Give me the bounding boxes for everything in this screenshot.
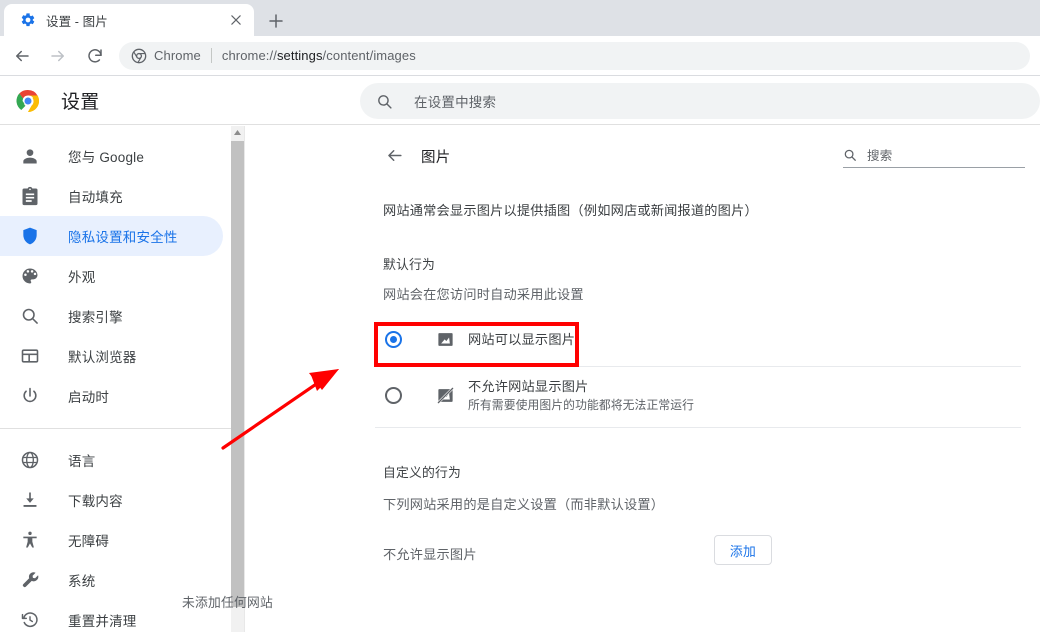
wrench-icon [20, 570, 40, 590]
blue-gear-icon [20, 12, 36, 28]
sidebar-item-label: 语言 [68, 454, 96, 469]
search-icon [378, 94, 392, 109]
sidebar-item-autofill[interactable]: 自动填充 [0, 176, 223, 216]
chrome-logo-icon [16, 89, 40, 113]
reload-button[interactable] [81, 42, 109, 70]
reload-icon [88, 48, 102, 63]
search-icon [20, 306, 40, 326]
download-icon [20, 490, 40, 510]
add-site-button-label: 添加 [729, 543, 757, 559]
radio-option-texts: 不允许网站显示图片 所有需要使用图片的功能都将无法正常运行 [468, 378, 694, 413]
palette-icon [20, 266, 40, 286]
sidebar-item-privacy-and-security[interactable]: 隐私设置和安全性 [0, 216, 223, 256]
page-title: 设置 [61, 92, 100, 113]
accessibility-icon [20, 530, 40, 550]
sidebar-item-search-engine[interactable]: 搜索引擎 [0, 296, 223, 336]
clipboard-icon [20, 186, 40, 206]
radio-option-label: 网站可以显示图片 [468, 331, 576, 347]
sidebar-item-on-startup[interactable]: 启动时 [0, 376, 223, 416]
tab-strip: 设置 - 图片 [0, 0, 1040, 36]
new-tab-button[interactable] [262, 7, 290, 35]
radio-option-texts: 网站可以显示图片 [468, 331, 575, 348]
custom-behavior-subtitle: 下列网站采用的是自定义设置（而非默认设置） [383, 497, 665, 512]
chrome-icon [131, 48, 147, 64]
radio-option-allow-images[interactable]: 网站可以显示图片 [375, 317, 1015, 361]
sidebar-item-label: 搜索引擎 [68, 310, 123, 325]
custom-behavior-list-title: 不允许显示图片 [383, 547, 477, 562]
custom-behavior-title: 自定义的行为 [383, 465, 461, 480]
browser-window-icon [20, 346, 40, 366]
default-behavior-title: 默认行为 [383, 257, 435, 272]
settings-sidebar: 您与 Google 自动填充 隐私设置和安全性 外观 搜索引擎 默认浏览器 启动… [0, 126, 231, 632]
sidebar-item-languages[interactable]: 语言 [0, 440, 223, 480]
empty-site-list-text: 未添加任何网站 [182, 595, 273, 610]
sidebar-scrollbar-thumb[interactable] [231, 141, 244, 607]
arrow-left-icon [387, 149, 402, 161]
sidebar-item-label: 系统 [68, 574, 96, 589]
power-icon [20, 386, 40, 406]
sidebar-item-label: 重置并清理 [68, 614, 137, 629]
url-suffix: /content/images [322, 48, 416, 63]
url-emphasis: settings [276, 48, 323, 63]
back-button[interactable] [8, 42, 36, 70]
globe-icon [20, 450, 40, 470]
settings-search-placeholder: 在设置中搜索 [414, 95, 497, 110]
omnibox-brand-label: Chrome [154, 48, 201, 63]
sidebar-group-primary: 您与 Google 自动填充 隐私设置和安全性 外观 搜索引擎 默认浏览器 启动… [0, 126, 231, 416]
sidebar-item-you-and-google[interactable]: 您与 Google [0, 136, 223, 176]
settings-search-input[interactable]: 在设置中搜索 [360, 83, 1040, 119]
sidebar-item-accessibility[interactable]: 无障碍 [0, 520, 223, 560]
default-behavior-subtitle: 网站会在您访问时自动采用此设置 [383, 287, 584, 302]
person-icon [20, 146, 40, 166]
browser-tab[interactable]: 设置 - 图片 [4, 4, 254, 36]
sidebar-item-label: 隐私设置和安全性 [68, 230, 178, 245]
scroll-up-arrow-icon[interactable] [231, 126, 244, 139]
sidebar-item-default-browser[interactable]: 默认浏览器 [0, 336, 223, 376]
content-search-input[interactable]: 搜索 [843, 142, 1025, 168]
forward-button[interactable] [44, 42, 72, 70]
images-description: 网站通常会显示图片以提供插图（例如网店或新闻报道的图片） [383, 203, 758, 218]
image-icon [436, 330, 455, 349]
radio-option-block-images[interactable]: 不允许网站显示图片 所有需要使用图片的功能都将无法正常运行 [375, 373, 1015, 417]
settings-main-content: 图片 搜索 网站通常会显示图片以提供插图（例如网店或新闻报道的图片） 默认行为 … [245, 126, 1040, 632]
close-icon[interactable] [226, 10, 246, 30]
sidebar-item-label: 自动填充 [68, 190, 123, 205]
radio-option-sublabel: 所有需要使用图片的功能都将无法正常运行 [468, 397, 695, 412]
browser-toolbar: Chrome chrome://settings/content/images [0, 36, 1040, 76]
sidebar-item-label: 下载内容 [68, 494, 123, 509]
sidebar-item-label: 默认浏览器 [68, 350, 137, 365]
sidebar-item-label: 您与 Google [68, 150, 145, 165]
content-back-button[interactable] [383, 144, 405, 166]
search-icon [844, 149, 856, 161]
sidebar-item-appearance[interactable]: 外观 [0, 256, 223, 296]
url-prefix: chrome:// [221, 48, 277, 63]
sidebar-item-downloads[interactable]: 下载内容 [0, 480, 223, 520]
radio-button[interactable] [385, 386, 402, 404]
plus-icon [269, 14, 283, 28]
shield-icon [20, 226, 40, 246]
sidebar-item-label: 无障碍 [68, 534, 110, 549]
arrow-left-icon [16, 50, 29, 61]
arrow-right-icon [51, 50, 64, 61]
content-search-placeholder: 搜索 [867, 149, 893, 163]
omnibox-url: chrome://settings/content/images [222, 48, 416, 63]
image-blocked-icon [436, 386, 455, 405]
restore-history-icon [20, 610, 40, 630]
content-page-title: 图片 [421, 150, 451, 166]
sidebar-item-label: 外观 [68, 270, 96, 285]
address-bar[interactable]: Chrome chrome://settings/content/images [119, 41, 1030, 70]
add-site-button[interactable]: 添加 [714, 535, 772, 565]
tab-title: 设置 - 图片 [46, 14, 108, 29]
browser-window: 设置 - 图片 Chrome chrome://settings/content… [0, 0, 1040, 632]
omnibox-separator [210, 48, 212, 63]
radio-button[interactable] [385, 330, 402, 348]
radio-option-label: 不允许网站显示图片 [468, 378, 589, 394]
section-divider [375, 427, 1021, 428]
section-divider [375, 366, 1021, 367]
content-header: 图片 搜索 [245, 126, 1040, 186]
sidebar-item-label: 启动时 [68, 390, 110, 405]
